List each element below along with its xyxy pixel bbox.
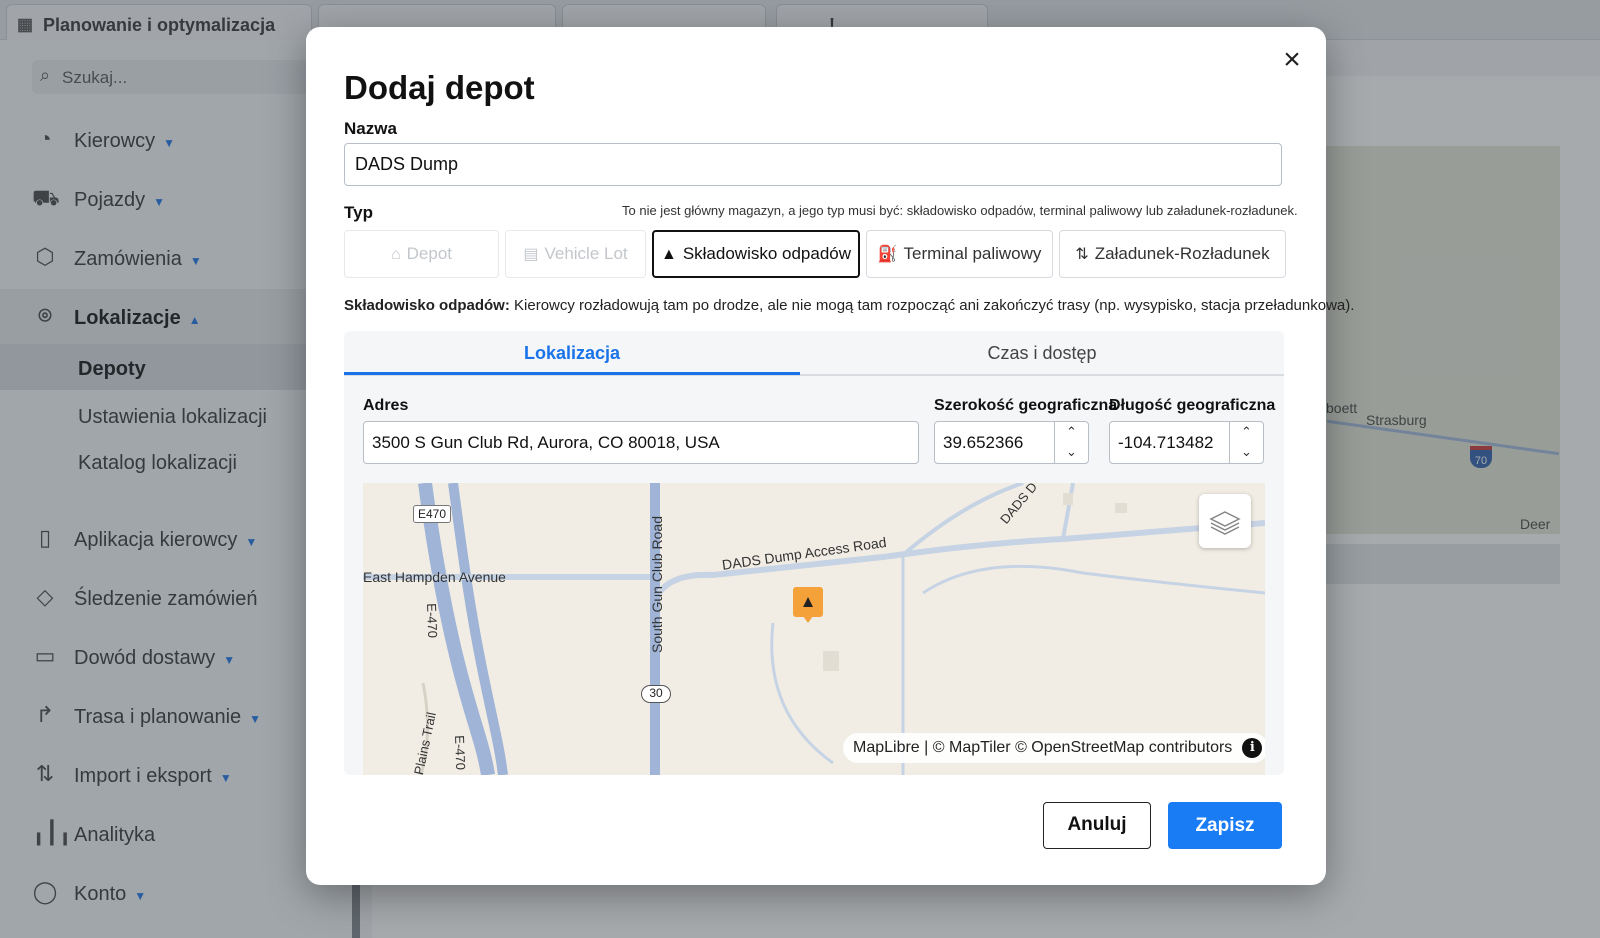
latitude-label: Szerokość geograficzna [934,397,1118,414]
address-input[interactable]: 3500 S Gun Club Rd, Aurora, CO 80018, US… [363,421,919,464]
address-label: Adres [363,397,409,414]
map-label-hampden: East Hampden Avenue [363,569,506,585]
type-label: Typ [344,203,373,222]
map-label-e470-shield: E470 [413,505,452,523]
name-label: Nazwa [344,119,397,138]
layers-icon [1209,511,1241,535]
location-map[interactable]: E470 East Hampden Avenue South Gun Club … [363,483,1265,775]
type-button-label: Depot [406,244,453,263]
map-label-gun-club: South Gun Club Road [649,516,665,653]
map-attribution: MapLibre | © MapTiler © OpenStreetMap co… [843,733,1265,763]
longitude-value: -104.713482 [1118,433,1214,452]
attribution-text[interactable]: MapLibre | © MapTiler © OpenStreetMap co… [853,739,1232,756]
save-button[interactable]: Zapisz [1168,802,1282,849]
type-hint: To nie jest główny magazyn, a jego typ m… [622,203,1298,218]
chevron-down-icon[interactable]: ⌄ [1055,442,1088,462]
fuel-icon: ⛽ [877,246,898,263]
dialog-title: Dodaj depot [344,69,535,106]
chevron-down-icon[interactable]: ⌄ [1230,442,1263,462]
landfill-icon: ▲ [660,246,677,263]
add-depot-dialog: × Dodaj depot Nazwa Typ To nie jest głów… [306,27,1354,885]
latitude-input[interactable]: 39.652366 ⌃ ⌄ [934,421,1089,464]
info-icon[interactable]: i [1242,738,1263,758]
chevron-up-icon[interactable]: ⌃ [1230,422,1263,442]
type-description: Składowisko odpadów: Kierowcy rozładowuj… [344,297,1354,314]
map-label-e470-vertical-b: E-470 [452,735,469,771]
latitude-value: 39.652366 [943,433,1024,452]
name-input[interactable] [344,143,1282,186]
type-button-label: Vehicle Lot [544,244,628,263]
parking-icon: ▤ [523,246,539,263]
longitude-input[interactable]: -104.713482 ⌃ ⌄ [1109,421,1264,464]
landfill-marker-icon[interactable]: ▲ [793,587,823,623]
chevron-up-icon[interactable]: ⌃ [1055,422,1088,442]
type-description-bold: Składowisko odpadów: [344,297,510,314]
latitude-stepper: ⌃ ⌄ [1054,422,1088,463]
route-30-shield: 30 [641,685,671,703]
swap-icon: ⇅ [1075,246,1089,263]
tab-lokalizacja[interactable]: Lokalizacja [344,331,800,375]
tab-czas-i-dostep[interactable]: Czas i dostęp [800,331,1284,375]
type-button-label: Terminal paliwowy [903,244,1042,263]
tabs-divider [344,375,1284,376]
longitude-stepper: ⌃ ⌄ [1229,422,1263,463]
map-roads [363,483,1265,775]
longitude-label: Długość geograficzna [1109,397,1276,414]
home-icon: ⌂ [390,246,401,263]
cancel-button[interactable]: Anuluj [1043,802,1151,849]
type-description-text: Kierowcy rozładowują tam po drodze, ale … [509,297,1355,314]
map-label-e470-vertical: E-470 [424,603,441,639]
type-button-vehicle-lot[interactable]: ▤ Vehicle Lot [505,230,646,278]
location-panel: Lokalizacja Czas i dostęp Adres 3500 S G… [344,331,1284,775]
layers-button[interactable] [1199,494,1251,548]
type-button-fuel-terminal[interactable]: ⛽ Terminal paliwowy [866,230,1053,278]
type-button-landfill[interactable]: ▲ Składowisko odpadów [652,230,860,278]
type-button-label: Składowisko odpadów [682,244,852,263]
type-button-depot[interactable]: ⌂ Depot [344,230,499,278]
type-button-label: Załadunek-Rozładunek [1094,244,1270,263]
close-button[interactable]: × [1278,45,1306,75]
type-button-load-unload[interactable]: ⇅ Załadunek-Rozładunek [1059,230,1286,278]
